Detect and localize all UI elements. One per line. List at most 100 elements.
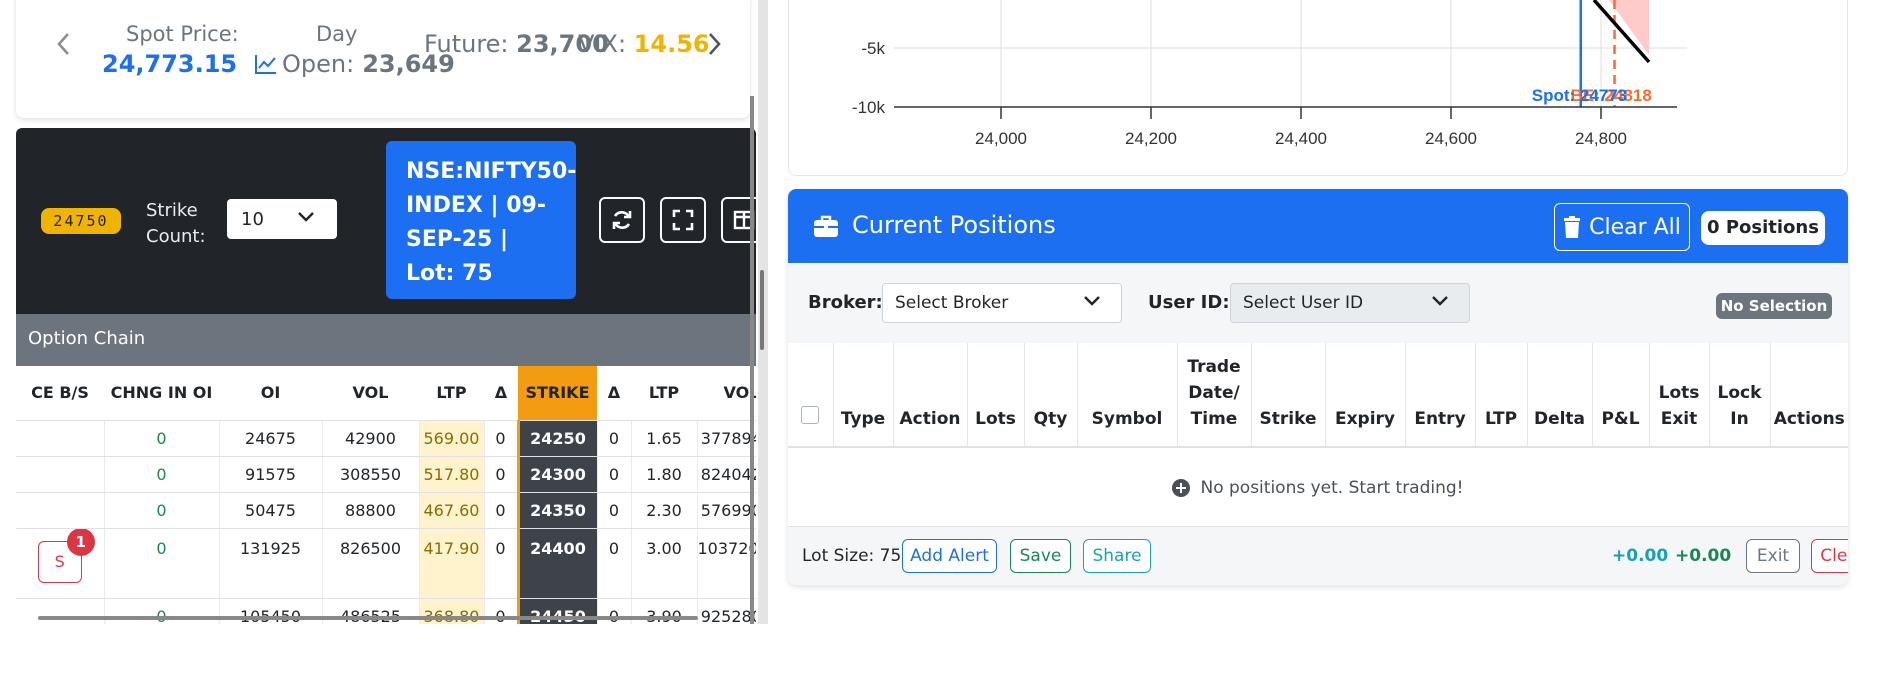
col-action: Action: [892, 343, 967, 448]
selection-status-badge: No Selection: [1716, 293, 1832, 319]
y-tick-label: -5k: [861, 39, 885, 58]
ltp-cell[interactable]: 517.80: [419, 456, 485, 493]
y-tick-label: -10k: [852, 98, 886, 117]
vol-cell: 308550: [322, 456, 420, 493]
add-alert-button[interactable]: Add Alert: [902, 539, 997, 573]
put-delta-cell: 0: [597, 420, 632, 457]
strike-cell: 24250: [516, 420, 598, 457]
col-oi: OI: [219, 366, 322, 421]
table-row[interactable]: 0 24675 42900 569.00 0 24250 0 1.65 3778…: [16, 420, 756, 457]
put-delta-cell: 0: [597, 456, 632, 493]
right-panel: 24,000 24,200 24,400 24,600 24,800 -5k -10k BE…: [788, 0, 1848, 684]
table-row[interactable]: 0 50475 88800 467.60 0 24350 0 2.30 5769…: [16, 492, 756, 529]
clear-button[interactable]: Clear: [1811, 539, 1848, 573]
strike-count-select[interactable]: 10: [227, 199, 337, 239]
put-ltp-cell[interactable]: 3.00: [631, 528, 698, 599]
col-trade-date: Trade Date/ Time: [1176, 343, 1251, 448]
plus-circle-icon: [1172, 478, 1191, 497]
vol-cell: 42900: [322, 420, 420, 457]
filter-bar: Broker: Select Broker User ID: Select Us…: [788, 263, 1848, 343]
strike-count-value: 10: [241, 209, 264, 230]
sell-button[interactable]: S 1: [37, 528, 95, 583]
option-chain-toolbar: 24750 Strike Count: 10 NSE:NIFTY50-INDEX…: [16, 128, 756, 314]
broker-select[interactable]: Select Broker: [882, 283, 1122, 323]
vol-cell: 486525: [322, 598, 420, 624]
col-put-vol: VOL: [697, 366, 756, 421]
refresh-icon: [612, 211, 632, 229]
table-row[interactable]: 0 105450 486525 368.80 0 24450 0 3.90 92…: [16, 598, 756, 624]
put-ltp-cell[interactable]: 1.65: [631, 420, 698, 457]
vertical-scrollbar[interactable]: [750, 96, 754, 624]
select-all-checkbox[interactable]: [788, 343, 833, 448]
payoff-chart-card: 24,000 24,200 24,400 24,600 24,800 -5k -10k BE…: [788, 0, 1848, 176]
oi-cell: 131925: [219, 528, 323, 599]
ltp-cell[interactable]: 417.90: [419, 528, 485, 599]
chng-oi-cell: 0: [104, 528, 220, 599]
trash-icon: [1564, 216, 1581, 238]
chevron-down-icon: [1432, 296, 1448, 306]
atm-strike-badge: 24750: [41, 208, 121, 234]
table-row[interactable]: S 1 0 131925 826500 417.90 0 24400 0 3.0…: [16, 528, 756, 599]
spot-price-value: 24,773.15: [102, 50, 238, 78]
ltp-cell[interactable]: 368.80: [419, 598, 485, 624]
put-ltp-cell[interactable]: 2.30: [631, 492, 698, 529]
ce-bs-cell[interactable]: [16, 456, 105, 493]
prev-arrow-icon[interactable]: [54, 30, 74, 55]
col-pnl: P&L: [1591, 343, 1649, 448]
chevron-down-icon: [298, 212, 314, 222]
pnl-value-a: +0.00: [1612, 546, 1669, 566]
exit-button[interactable]: Exit: [1746, 539, 1800, 573]
oi-cell: 105450: [219, 598, 323, 624]
put-vol-cell: 103720500: [697, 528, 756, 599]
oi-cell: 91575: [219, 456, 323, 493]
broker-select-value: Select Broker: [895, 293, 1009, 313]
clear-all-button[interactable]: Clear All: [1554, 203, 1690, 251]
ce-bs-cell[interactable]: [16, 598, 105, 624]
put-vol-cell: 92528025: [697, 598, 756, 624]
put-ltp-cell[interactable]: 1.80: [631, 456, 698, 493]
ltp-cell[interactable]: 467.60: [419, 492, 485, 529]
spot-label: Spot: 24773: [1532, 86, 1627, 105]
col-actions: Actions: [1769, 343, 1848, 448]
ltp-cell[interactable]: 569.00: [419, 420, 485, 457]
col-delta: Δ: [484, 366, 518, 421]
splitter-handle[interactable]: [760, 270, 764, 350]
col-ltp: LTP: [1474, 343, 1527, 448]
delta-cell: 0: [484, 492, 519, 529]
positions-title: Current Positions: [852, 211, 1056, 239]
delta-cell: 0: [484, 456, 519, 493]
horizontal-scrollbar[interactable]: [38, 616, 698, 620]
ce-bs-cell[interactable]: S 1: [16, 528, 105, 599]
positions-header: Current Positions Clear All 0 Positions: [788, 189, 1848, 263]
fullscreen-button[interactable]: [660, 197, 706, 243]
refresh-button[interactable]: [599, 197, 645, 243]
col-delta: Delta: [1526, 343, 1592, 448]
order-count-badge: 1: [66, 528, 95, 556]
x-tick-label: 24,000: [975, 129, 1027, 148]
col-put-ltp: LTP: [631, 366, 697, 421]
chng-oi-cell: 0: [104, 492, 220, 529]
put-ltp-cell[interactable]: 3.90: [631, 598, 698, 624]
table-row[interactable]: 0 91575 308550 517.80 0 24300 0 1.80 824…: [16, 456, 756, 493]
save-button[interactable]: Save: [1010, 539, 1071, 573]
col-strike: STRIKE: [518, 366, 597, 421]
delta-cell: 0: [484, 528, 519, 599]
put-vol-cell: 57699075: [697, 492, 756, 529]
strike-count-label: Strike Count:: [146, 200, 206, 247]
ce-bs-cell[interactable]: [16, 492, 105, 529]
clear-all-label: Clear All: [1589, 214, 1681, 240]
chng-oi-cell: 0: [104, 420, 220, 457]
share-button[interactable]: Share: [1083, 539, 1151, 573]
sell-button-label: S: [54, 551, 65, 571]
option-chain-header-row: CE B/S CHNG IN OI OI VOL LTP Δ STRIKE Δ …: [16, 366, 756, 421]
strike-cell: 24350: [516, 492, 598, 529]
x-tick-label: 24,400: [1275, 129, 1327, 148]
put-delta-cell: 0: [597, 528, 632, 599]
userid-label: User ID:: [1148, 292, 1230, 313]
ce-bs-cell[interactable]: [16, 420, 105, 457]
left-panel: Spot Price: 24,773.15 Day Open: 23,649 F…: [0, 0, 760, 684]
fullscreen-icon: [672, 209, 694, 231]
chng-oi-cell: 0: [104, 598, 220, 624]
positions-header-row: Type Action Lots Qty Symbol Trade Date/ …: [788, 343, 1848, 448]
userid-select[interactable]: Select User ID: [1230, 283, 1470, 323]
